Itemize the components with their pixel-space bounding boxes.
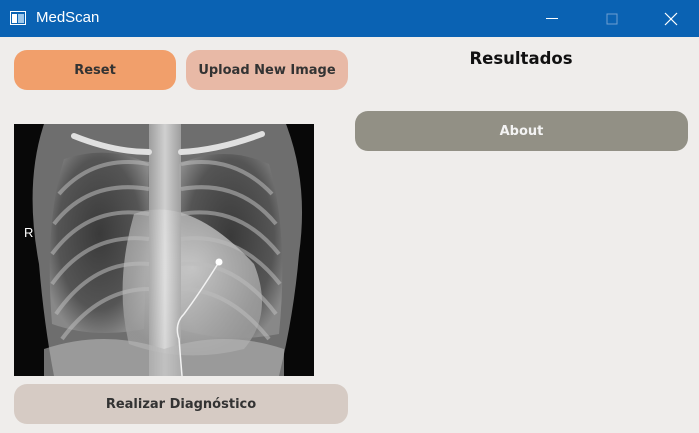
maximize-button[interactable] [589, 0, 635, 37]
title-bar: MedScan [0, 0, 699, 37]
reset-button[interactable]: Reset [14, 50, 176, 90]
close-button[interactable] [648, 0, 694, 37]
upload-image-button[interactable]: Upload New Image [186, 50, 348, 90]
minimize-icon [546, 17, 558, 19]
app-window-icon [10, 11, 26, 25]
results-heading: Resultados [469, 49, 573, 68]
minimize-button[interactable] [529, 0, 575, 37]
diagnose-button[interactable]: Realizar Diagnóstico [14, 384, 348, 424]
image-side-marker: R [24, 225, 33, 240]
maximize-icon [606, 13, 618, 24]
chest-xray-picture: R [14, 124, 314, 376]
close-icon [664, 12, 678, 25]
xray-image: R [14, 124, 314, 376]
window-title: MedScan [36, 9, 100, 26]
about-button[interactable]: About [355, 111, 688, 151]
